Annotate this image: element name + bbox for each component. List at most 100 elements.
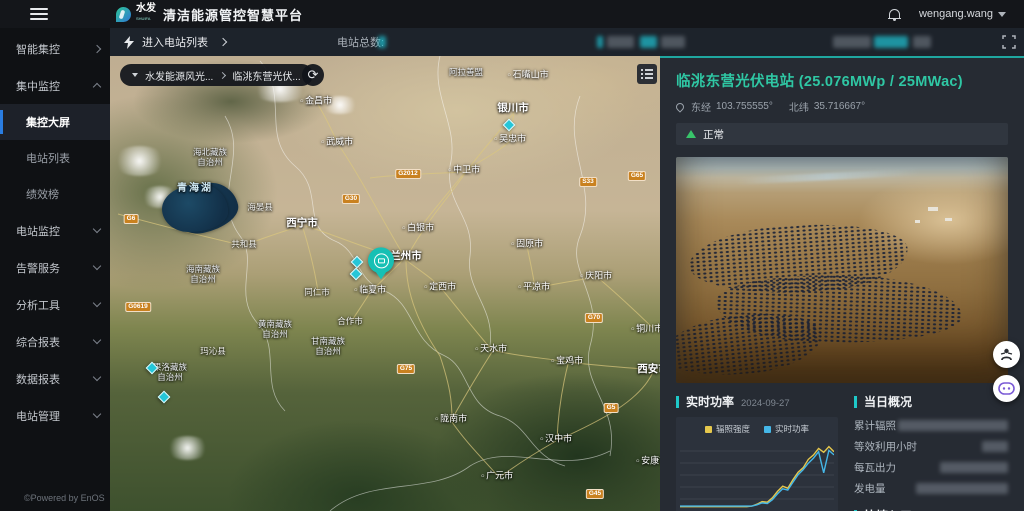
realtime-power-header: 实时功率 2024-09-27 bbox=[676, 393, 842, 410]
chevron-right-icon bbox=[93, 44, 101, 52]
map-label: 金昌市 bbox=[300, 96, 332, 107]
stat-value-blurred bbox=[940, 462, 1008, 473]
sidebar-item-3[interactable]: 电站列表 bbox=[0, 140, 110, 176]
stat-label: 累计辐照 bbox=[854, 418, 896, 433]
sidebar-item-8[interactable]: 综合报表 bbox=[0, 323, 110, 360]
enter-station-list-link[interactable]: 进入电站列表 bbox=[142, 34, 208, 50]
legend-item[interactable]: 辐照强度 bbox=[705, 423, 750, 435]
chevron-right-icon[interactable] bbox=[219, 38, 227, 46]
robot-icon bbox=[998, 382, 1015, 395]
sidebar-item-label: 电站管理 bbox=[16, 408, 94, 424]
station-marker-main[interactable] bbox=[368, 247, 394, 273]
chevron-down-icon bbox=[998, 12, 1006, 17]
map-legend-icon[interactable] bbox=[637, 64, 657, 84]
sidebar-item-2[interactable]: 集控大屏 bbox=[0, 104, 110, 140]
toolbar: 进入电站列表 电站总数: bbox=[110, 28, 1024, 56]
sidebar-item-6[interactable]: 告警服务 bbox=[0, 249, 110, 286]
sidebar: 智能集控集中监控集控大屏电站列表绩效榜电站监控告警服务分析工具综合报表数据报表电… bbox=[0, 28, 110, 511]
stat-label: 发电量 bbox=[854, 481, 886, 496]
blurred-stat bbox=[597, 36, 603, 48]
refresh-button[interactable]: ⟳ bbox=[302, 64, 324, 86]
customer-service-button[interactable] bbox=[993, 341, 1020, 368]
map-label: 宝鸡市 bbox=[551, 356, 583, 367]
notification-bell-icon[interactable] bbox=[888, 7, 901, 21]
map-label: 阿拉善盟 bbox=[449, 67, 483, 77]
stat-value-blurred bbox=[898, 420, 1008, 431]
map-label: 陇南市 bbox=[435, 414, 467, 425]
realtime-power-title: 实时功率 bbox=[686, 393, 734, 410]
chart-plot bbox=[680, 439, 834, 511]
map-label: 定西市 bbox=[424, 282, 456, 293]
quick-entry-header: 快捷入口 bbox=[854, 507, 1008, 511]
fullscreen-icon[interactable] bbox=[1002, 35, 1016, 49]
sidebar-item-0[interactable]: 智能集控 bbox=[0, 30, 110, 67]
map-label: 合作市 bbox=[337, 316, 363, 326]
legend-item[interactable]: 实时功率 bbox=[764, 423, 809, 435]
station-photo bbox=[676, 157, 1008, 383]
sidebar-item-4[interactable]: 绩效榜 bbox=[0, 176, 110, 212]
stat-value-blurred bbox=[982, 441, 1008, 452]
latitude-value: 35.716667° bbox=[814, 101, 865, 112]
sidebar-item-10[interactable]: 电站管理 bbox=[0, 397, 110, 434]
legend-swatch bbox=[705, 426, 712, 433]
map-label: 庆阳市 bbox=[580, 271, 612, 282]
blurred-stat bbox=[661, 36, 685, 48]
hamburger-menu-icon[interactable] bbox=[30, 8, 48, 20]
road-badge: G75 bbox=[397, 364, 415, 374]
sidebar-item-label: 绩效榜 bbox=[26, 186, 100, 202]
status-bar: 正常 bbox=[676, 123, 1008, 145]
map-label: 安康市 bbox=[636, 456, 660, 467]
stat-label: 等效利用小时 bbox=[854, 439, 917, 454]
road-badge: G0619 bbox=[125, 302, 151, 312]
section-accent-bar bbox=[854, 396, 857, 408]
realtime-power-date: 2024-09-27 bbox=[741, 398, 790, 409]
sidebar-item-9[interactable]: 数据报表 bbox=[0, 360, 110, 397]
chevron-down-icon bbox=[93, 373, 101, 381]
logo-subtext: SHUIFA bbox=[136, 14, 156, 24]
sidebar-item-label: 数据报表 bbox=[16, 371, 94, 387]
quick-entry-title: 快捷入口 bbox=[864, 507, 912, 511]
map-label: 共和县 bbox=[231, 239, 257, 249]
station-detail-panel: 临洮东营光伏电站 (25.076MWp / 25MWac) 东经 103.755… bbox=[660, 56, 1024, 511]
road-badge: G45 bbox=[586, 489, 604, 499]
map-label: 海北藏族自治州 bbox=[193, 147, 227, 167]
station-title: 临洮东营光伏电站 (25.076MWp / 25MWac) bbox=[676, 70, 1008, 91]
station-total-label: 电站总数: bbox=[337, 34, 384, 50]
road-badge: G30 bbox=[342, 194, 360, 204]
user-menu[interactable]: wengang.wang bbox=[919, 8, 1006, 20]
chevron-down-icon bbox=[93, 410, 101, 418]
road-badge: G70 bbox=[585, 313, 603, 323]
latitude-label: 北纬 bbox=[789, 99, 809, 114]
realtime-power-chart: 辐照强度 实时功率 bbox=[676, 417, 838, 511]
map-label: 武威市 bbox=[321, 137, 353, 148]
map-label: 广元市 bbox=[481, 471, 513, 482]
breadcrumb-parent[interactable]: 水发能源风光... bbox=[145, 68, 213, 83]
brand-logo: 水发 SHUIFA 清洁能源管控智慧平台 bbox=[116, 4, 303, 24]
blurred-stat bbox=[833, 36, 871, 48]
map-label: 甘南藏族自治州 bbox=[311, 336, 345, 356]
status-triangle-icon bbox=[686, 130, 696, 138]
stat-label: 每瓦出力 bbox=[854, 460, 896, 475]
today-overview-header: 当日概况 bbox=[854, 393, 1008, 410]
ai-assistant-button[interactable] bbox=[993, 375, 1020, 402]
sidebar-item-label: 集中监控 bbox=[16, 78, 94, 94]
map-breadcrumb[interactable]: 水发能源风光... 临洮东营光伏... bbox=[120, 64, 313, 86]
sidebar-item-5[interactable]: 电站监控 bbox=[0, 212, 110, 249]
map-label: 果洛藏族自治州 bbox=[153, 362, 187, 382]
map-label: 石嘴山市 bbox=[507, 70, 548, 81]
map-label: 天水市 bbox=[475, 344, 507, 355]
sidebar-item-7[interactable]: 分析工具 bbox=[0, 286, 110, 323]
map-canvas[interactable]: 阿拉善盟石嘴山市银川市吴忠市中卫市金昌市武威市白银市西宁市海晏县海北藏族自治州青… bbox=[110, 56, 660, 511]
map-label: 西安市 bbox=[637, 364, 660, 374]
user-name: wengang.wang bbox=[919, 8, 993, 20]
sidebar-item-1[interactable]: 集中监控 bbox=[0, 67, 110, 104]
sidebar-item-label: 分析工具 bbox=[16, 297, 94, 313]
map-label: 海南藏族自治州 bbox=[186, 264, 220, 284]
blurred-stat bbox=[874, 36, 908, 48]
chart-line bbox=[680, 450, 834, 506]
map-label: 临夏市 bbox=[354, 285, 386, 296]
legend-label: 实时功率 bbox=[775, 423, 809, 435]
map-label: 西宁市 bbox=[286, 218, 318, 228]
breadcrumb-current[interactable]: 临洮东营光伏... bbox=[232, 68, 300, 83]
station-coordinates: 东经 103.755555° 北纬 35.716667° bbox=[676, 99, 1008, 114]
